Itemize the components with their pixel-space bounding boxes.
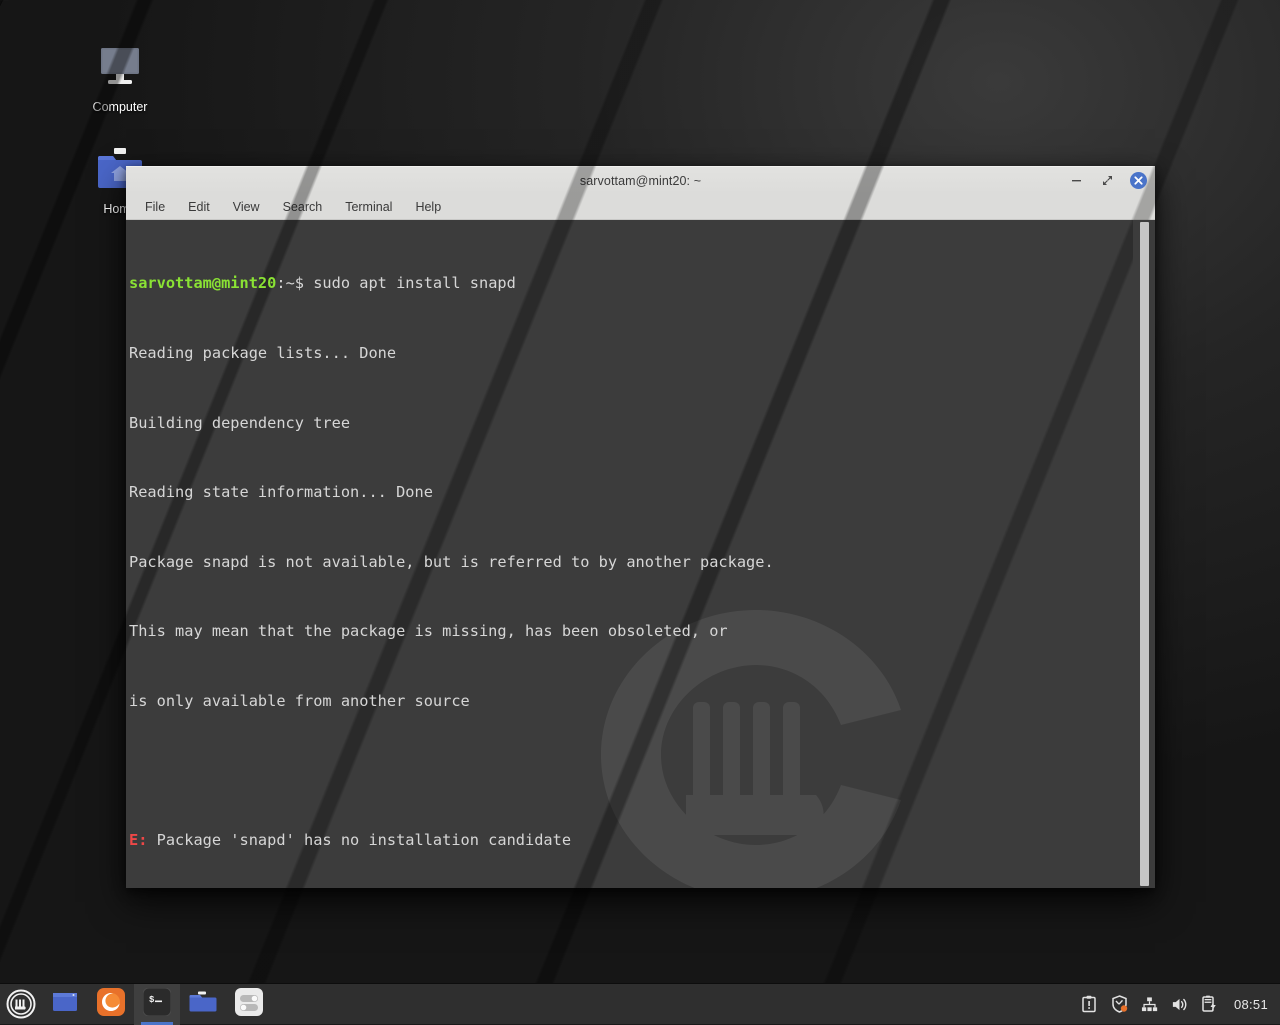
desktop-icon-computer[interactable]: Computer (72, 44, 168, 115)
terminal-line: sarvottam@mint20:~$ sudo apt install sna… (129, 272, 1133, 295)
terminal-blank-line (129, 760, 1133, 783)
monitor-icon (96, 44, 144, 95)
terminal-titlebar[interactable]: sarvottam@mint20: ~ (126, 166, 1155, 194)
error-text: Package 'snapd' has no installation cand… (147, 831, 571, 849)
minimize-icon[interactable] (1068, 172, 1085, 189)
terminal-line: Package snapd is not available, but is r… (129, 551, 1133, 574)
terminal-window[interactable]: sarvottam@mint20: ~ (126, 166, 1155, 888)
terminal-body[interactable]: sarvottam@mint20:~$ sudo apt install sna… (126, 220, 1155, 888)
window-controls (1068, 172, 1147, 189)
clock[interactable]: 08:51 (1231, 997, 1268, 1012)
scrollbar-thumb[interactable] (1140, 222, 1149, 886)
battery-icon[interactable] (1201, 995, 1218, 1014)
launcher-settings[interactable] (226, 984, 272, 1025)
menu-view[interactable]: View (224, 197, 269, 217)
terminal-line: Reading state information... Done (129, 481, 1133, 504)
taskbar-panel: $ (0, 983, 1280, 1024)
svg-text:$: $ (149, 995, 155, 1005)
close-icon[interactable] (1130, 172, 1147, 189)
prompt-user: sarvottam@mint20 (129, 274, 276, 292)
terminal-scrollbar[interactable] (1133, 220, 1155, 888)
terminal-icon: $ (143, 988, 171, 1021)
folder-icon (189, 990, 217, 1019)
system-tray: 08:51 (1081, 984, 1280, 1025)
launcher-show-desktop[interactable] (42, 984, 88, 1025)
desktop-icon-home[interactable]: Home (72, 148, 168, 217)
window-list-icon (51, 990, 79, 1019)
home-folder-icon (96, 148, 144, 197)
network-icon[interactable] (1141, 995, 1158, 1014)
taskbar-launchers: $ (42, 984, 272, 1025)
error-prefix: E: (129, 831, 147, 849)
desktop-icon-label: Computer (93, 101, 148, 115)
launcher-files[interactable] (180, 984, 226, 1025)
toggles-icon (235, 988, 263, 1021)
window-title: sarvottam@mint20: ~ (126, 174, 1155, 188)
terminal-line: Building dependency tree (129, 412, 1133, 435)
menu-help[interactable]: Help (406, 197, 450, 217)
launcher-terminal[interactable]: $ (134, 984, 180, 1025)
menu-search[interactable]: Search (274, 197, 332, 217)
terminal-line: This may mean that the package is missin… (129, 620, 1133, 643)
menu-file[interactable]: File (136, 197, 174, 217)
maximize-icon[interactable] (1099, 172, 1116, 189)
menu-terminal[interactable]: Terminal (336, 197, 401, 217)
terminal-line: is only available from another source (129, 690, 1133, 713)
desktop[interactable]: Computer Home sarvottam@mint20: ~ (0, 0, 1280, 1024)
terminal-menubar: File Edit View Search Terminal Help (126, 194, 1155, 220)
prompt-command: sudo apt install snapd (304, 274, 516, 292)
prompt-suffix: :~$ (276, 274, 304, 292)
terminal-output[interactable]: sarvottam@mint20:~$ sudo apt install sna… (126, 220, 1133, 888)
desktop-icon-label: Home (103, 203, 136, 217)
terminal-line: Reading package lists... Done (129, 342, 1133, 365)
shield-icon[interactable] (1111, 995, 1128, 1014)
launcher-firefox[interactable] (88, 984, 134, 1025)
terminal-error-line: E: Package 'snapd' has no installation c… (129, 829, 1133, 852)
speaker-icon[interactable] (1171, 995, 1188, 1014)
mint-menu-icon[interactable] (0, 984, 42, 1025)
firefox-icon (97, 988, 125, 1021)
menu-edit[interactable]: Edit (179, 197, 219, 217)
clipboard-icon[interactable] (1081, 995, 1098, 1014)
